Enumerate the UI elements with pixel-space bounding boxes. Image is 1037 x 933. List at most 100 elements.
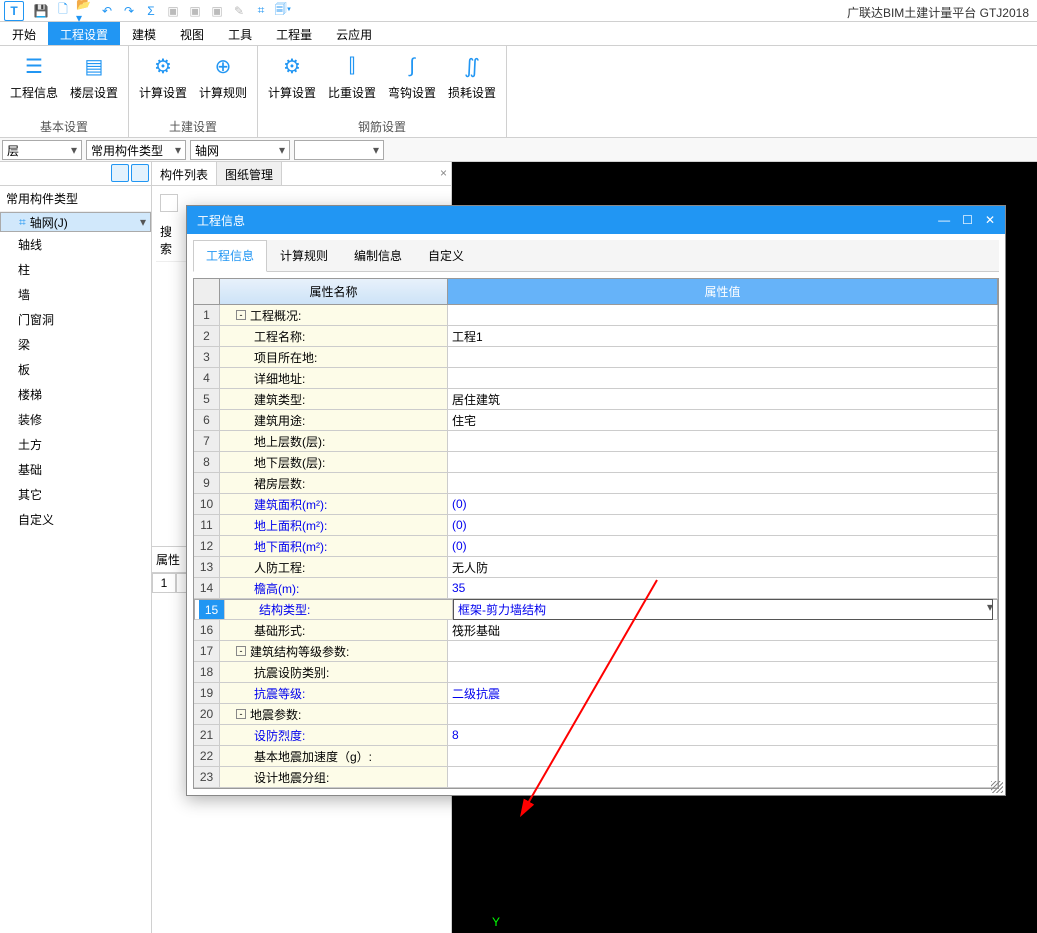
selector-0[interactable]: 层 <box>2 140 82 160</box>
grid-row[interactable]: 22基本地震加速度（g）: <box>194 746 998 767</box>
tool5-icon[interactable]: ⌗ <box>252 2 270 20</box>
new-icon[interactable]: 🗋 <box>54 2 72 20</box>
tool3-icon[interactable]: ▣ <box>208 2 226 20</box>
grid-row[interactable]: 23设计地震分组: <box>194 767 998 788</box>
grid-view-icon[interactable] <box>131 164 149 182</box>
grid-row[interactable]: 4详细地址: <box>194 368 998 389</box>
grid-row[interactable]: 6建筑用途:住宅 <box>194 410 998 431</box>
list-view-icon[interactable] <box>111 164 129 182</box>
row-value[interactable]: 二级抗震 <box>448 683 998 703</box>
tree-item-3[interactable]: 墙 <box>0 282 151 307</box>
mid-tab-1[interactable]: 图纸管理 <box>217 162 282 185</box>
row-value[interactable]: 无人防 <box>448 557 998 577</box>
ribbon-btn-0-1[interactable]: ▤楼层设置 <box>68 50 120 116</box>
open-icon[interactable]: 📂▾ <box>76 2 94 20</box>
row-value[interactable]: 居住建筑 <box>448 389 998 409</box>
tree-item-7[interactable]: 楼梯 <box>0 382 151 407</box>
row-value[interactable] <box>448 662 998 682</box>
row-value[interactable] <box>448 368 998 388</box>
row-value[interactable] <box>448 473 998 493</box>
grid-row[interactable]: 2工程名称:工程1 <box>194 326 998 347</box>
row-value[interactable]: 框架-剪力墙结构 <box>453 599 993 620</box>
expand-icon[interactable]: - <box>236 310 246 320</box>
row-value[interactable]: 35 <box>448 578 998 598</box>
menu-tab-1[interactable]: 工程设置 <box>48 22 120 45</box>
ribbon-btn-1-0[interactable]: ⚙计算设置 <box>137 50 189 116</box>
selector-3[interactable] <box>294 140 384 160</box>
menu-tab-0[interactable]: 开始 <box>0 22 48 45</box>
grid-row[interactable]: 21设防烈度:8 <box>194 725 998 746</box>
tree-item-4[interactable]: 门窗洞 <box>0 307 151 332</box>
grid-row[interactable]: 10建筑面积(m²):(0) <box>194 494 998 515</box>
document-icon[interactable] <box>160 194 178 212</box>
ribbon-btn-2-2[interactable]: ∫弯钩设置 <box>386 50 438 116</box>
grid-row[interactable]: 19抗震等级:二级抗震 <box>194 683 998 704</box>
row-value[interactable] <box>448 641 998 661</box>
tree-item-6[interactable]: 板 <box>0 357 151 382</box>
tree-item-8[interactable]: 装修 <box>0 407 151 432</box>
row-value[interactable]: 工程1 <box>448 326 998 346</box>
tool4-icon[interactable]: ✎ <box>230 2 248 20</box>
save-icon[interactable]: 💾 <box>32 2 50 20</box>
tree-item-0[interactable]: ⌗轴网(J) <box>0 212 151 232</box>
ribbon-btn-2-1[interactable]: ⫿比重设置 <box>326 50 378 116</box>
minimize-icon[interactable]: — <box>938 213 950 227</box>
grid-row[interactable]: 3项目所在地: <box>194 347 998 368</box>
tree-item-10[interactable]: 基础 <box>0 457 151 482</box>
row-value[interactable] <box>448 347 998 367</box>
grid-body[interactable]: 1-工程概况:2工程名称:工程13项目所在地:4详细地址:5建筑类型:居住建筑6… <box>194 305 998 788</box>
selector-1[interactable]: 常用构件类型 <box>86 140 186 160</box>
maximize-icon[interactable]: ☐ <box>962 213 973 227</box>
menu-tab-3[interactable]: 视图 <box>168 22 216 45</box>
tree-item-5[interactable]: 梁 <box>0 332 151 357</box>
grid-row[interactable]: 17-建筑结构等级参数: <box>194 641 998 662</box>
dlg-tab-1[interactable]: 计算规则 <box>267 240 341 271</box>
grid-row[interactable]: 12地下面积(m²):(0) <box>194 536 998 557</box>
row-value[interactable] <box>448 452 998 472</box>
row-value[interactable] <box>448 431 998 451</box>
grid-row[interactable]: 1-工程概况: <box>194 305 998 326</box>
ribbon-btn-0-0[interactable]: ☰工程信息 <box>8 50 60 116</box>
grid-row[interactable]: 11地上面积(m²):(0) <box>194 515 998 536</box>
grid-row[interactable]: 15结构类型:框架-剪力墙结构 <box>194 599 998 620</box>
grid-row[interactable]: 7地上层数(层): <box>194 431 998 452</box>
row-value[interactable]: (0) <box>448 515 998 535</box>
menu-tab-4[interactable]: 工具 <box>216 22 264 45</box>
dlg-tab-0[interactable]: 工程信息 <box>193 240 267 272</box>
row-value[interactable] <box>448 746 998 766</box>
grid-row[interactable]: 14檐高(m):35 <box>194 578 998 599</box>
expand-icon[interactable]: - <box>236 646 246 656</box>
row-value[interactable]: 8 <box>448 725 998 745</box>
resize-handle[interactable] <box>991 781 1003 793</box>
row-value[interactable] <box>448 305 998 325</box>
tool6-icon[interactable]: 🗐▾ <box>274 2 292 20</box>
ribbon-btn-1-1[interactable]: ⊕计算规则 <box>197 50 249 116</box>
grid-row[interactable]: 16基础形式:筏形基础 <box>194 620 998 641</box>
tree-item-1[interactable]: 轴线 <box>0 232 151 257</box>
grid-row[interactable]: 18抗震设防类别: <box>194 662 998 683</box>
menu-tab-6[interactable]: 云应用 <box>324 22 384 45</box>
grid-row[interactable]: 13人防工程:无人防 <box>194 557 998 578</box>
tree-item-12[interactable]: 自定义 <box>0 507 151 532</box>
mid-tab-0[interactable]: 构件列表 <box>152 162 217 185</box>
row-value[interactable]: 筏形基础 <box>448 620 998 640</box>
tool2-icon[interactable]: ▣ <box>186 2 204 20</box>
grid-row[interactable]: 20-地震参数: <box>194 704 998 725</box>
close-icon[interactable]: ✕ <box>985 213 995 227</box>
tool1-icon[interactable]: ▣ <box>164 2 182 20</box>
dlg-tab-2[interactable]: 编制信息 <box>341 240 415 271</box>
row-value[interactable]: (0) <box>448 536 998 556</box>
row-value[interactable] <box>448 767 998 787</box>
ribbon-btn-2-0[interactable]: ⚙计算设置 <box>266 50 318 116</box>
expand-icon[interactable]: - <box>236 709 246 719</box>
dlg-tab-3[interactable]: 自定义 <box>415 240 477 271</box>
dialog-titlebar[interactable]: 工程信息 — ☐ ✕ <box>187 206 1005 234</box>
menu-tab-5[interactable]: 工程量 <box>264 22 324 45</box>
grid-row[interactable]: 8地下层数(层): <box>194 452 998 473</box>
grid-row[interactable]: 5建筑类型:居住建筑 <box>194 389 998 410</box>
row-value[interactable]: 住宅 <box>448 410 998 430</box>
tree-item-11[interactable]: 其它 <box>0 482 151 507</box>
undo-icon[interactable]: ↶ <box>98 2 116 20</box>
grid-row[interactable]: 9裙房层数: <box>194 473 998 494</box>
menu-tab-2[interactable]: 建模 <box>120 22 168 45</box>
